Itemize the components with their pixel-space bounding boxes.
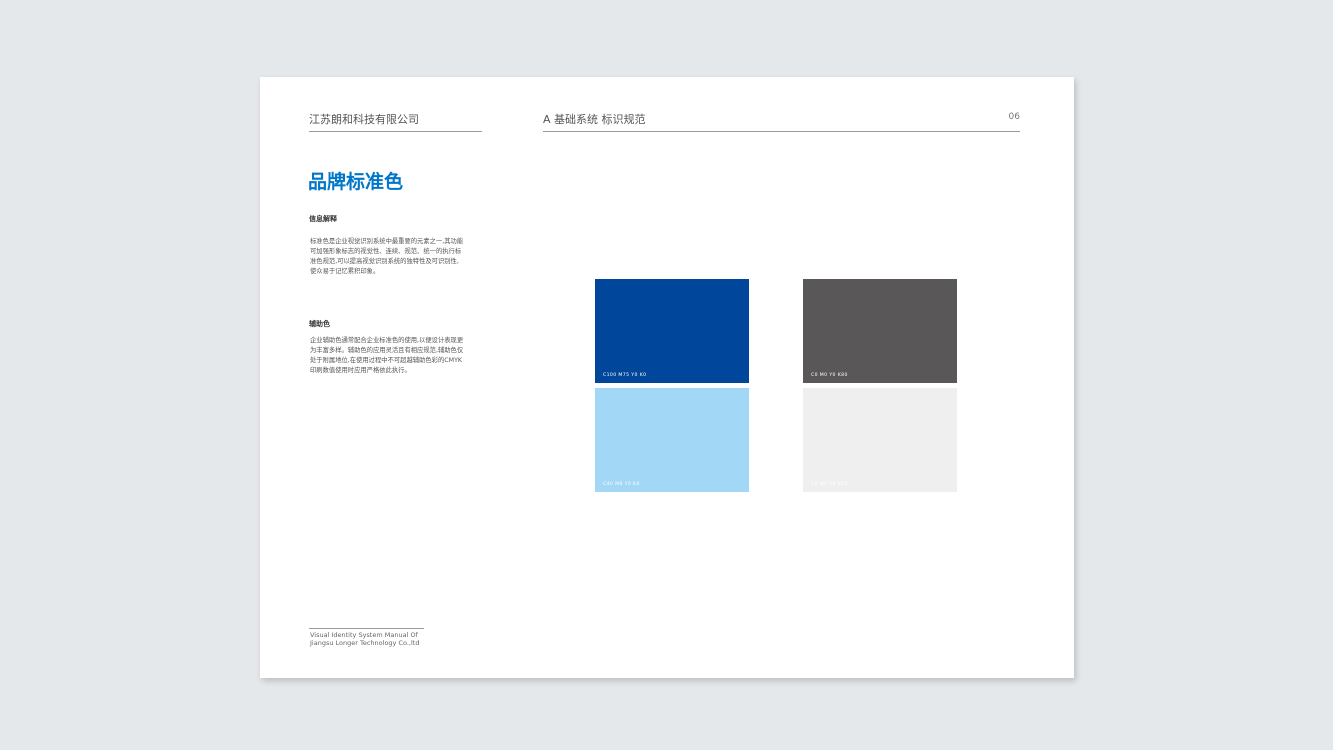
manual-page: 江苏朗和科技有限公司 A 基础系统 标识规范 06 品牌标准色 信息解释 标准色… [260,77,1074,678]
color-swatch-light-blue: C40 M0 Y0 K0 [595,388,749,492]
footer-text: Visual Identity System Manual Of Jiangsu… [310,631,420,647]
auxiliary-heading: 辅助色 [309,320,330,328]
page-number: 06 [1008,112,1020,122]
swatch-code: C40 M0 Y0 K0 [603,482,640,487]
color-swatch-light-gray: C0 M0 Y0 K10 [803,388,957,492]
auxiliary-text: 企业辅助色通常配合企业标准色的使用,以便设计表现更为丰富多样。辅助色的应用灵活且… [310,337,464,374]
section-title: A 基础系统 标识规范 [543,113,646,126]
swatch-code: C0 M0 Y0 K10 [811,482,848,487]
footer-line-2: Jiangsu Longer Technology Co.,ltd [310,638,420,647]
section-header: A 基础系统 标识规范 06 [543,111,1020,132]
color-swatch-primary-blue: C100 M75 Y0 K0 [595,279,749,383]
info-heading: 信息解释 [309,215,337,223]
company-name: 江苏朗和科技有限公司 [309,111,482,132]
page-title: 品牌标准色 [308,171,404,193]
swatch-code: C0 M0 Y0 K80 [811,373,848,378]
footer-divider [309,628,424,629]
color-swatch-dark-gray: C0 M0 Y0 K80 [803,279,957,383]
swatch-code: C100 M75 Y0 K0 [603,373,647,378]
info-text: 标准色是企业视觉识别系统中最重要的元素之一,其功能可加强形象标志的视觉性、连续、… [310,238,464,275]
